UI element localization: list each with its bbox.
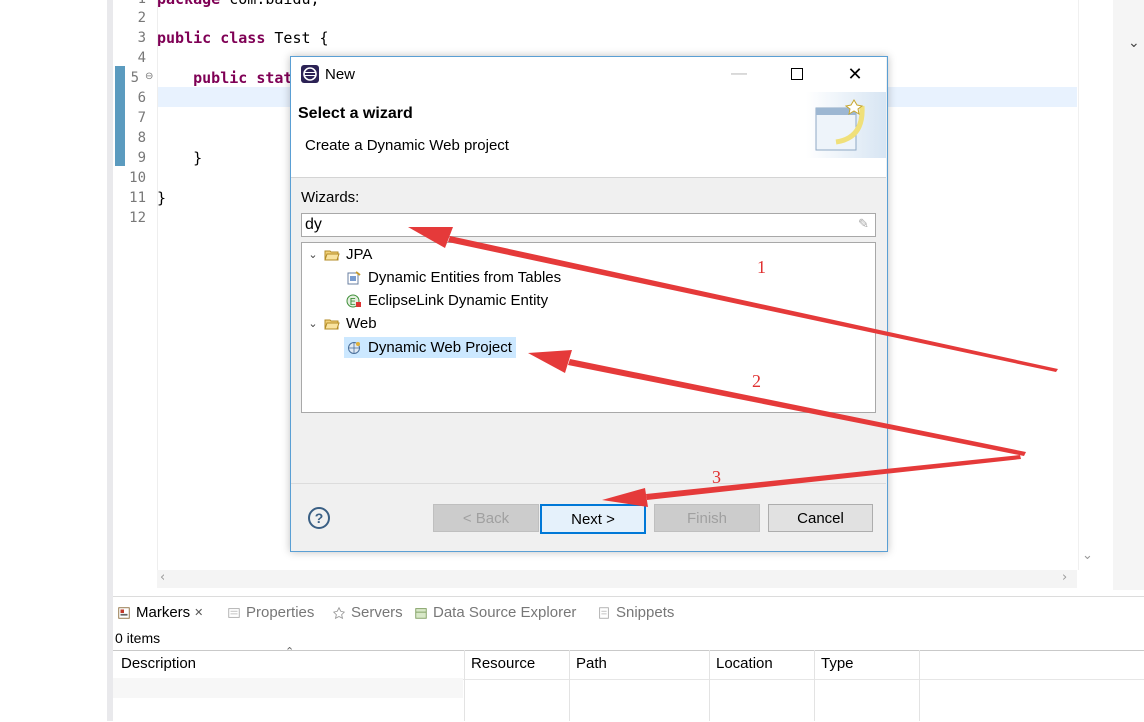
- column-type[interactable]: Type: [821, 655, 854, 672]
- tab-label: Servers: [351, 604, 403, 621]
- tree-item-dynamic-entities[interactable]: Dynamic Entities from Tables: [346, 269, 561, 286]
- tab-label: Markers: [136, 604, 191, 621]
- tree-label: Web: [346, 315, 377, 332]
- close-icon: ✕: [847, 63, 863, 84]
- header-description: Create a Dynamic Web project: [305, 137, 509, 154]
- line-number: 10: [129, 170, 146, 186]
- line-number: 2: [137, 10, 146, 26]
- column-separator: [569, 650, 570, 721]
- markers-icon: [118, 606, 130, 619]
- tree-label: Dynamic Web Project: [368, 339, 512, 356]
- line-number: 4: [137, 50, 146, 66]
- tab-label: Snippets: [616, 604, 675, 621]
- dialog-title: New: [325, 66, 356, 83]
- code-line-close-class: }: [157, 189, 167, 207]
- wizards-label: Wizards:: [301, 189, 360, 206]
- column-separator: [814, 650, 815, 721]
- column-separator: [709, 650, 710, 721]
- code-line-package: package com.baidu;: [157, 0, 320, 8]
- close-icon[interactable]: ✕: [194, 606, 203, 619]
- wizard-filter-input[interactable]: [301, 213, 876, 237]
- tree-label: Dynamic Entities from Tables: [368, 269, 562, 286]
- footer-separator: [291, 483, 886, 484]
- data-source-icon: [415, 607, 427, 619]
- column-separator: [464, 650, 465, 721]
- code-line-method: public stat: [193, 69, 293, 87]
- web-project-icon: [348, 341, 360, 354]
- column-description[interactable]: Description: [121, 655, 196, 672]
- cancel-button[interactable]: Cancel: [768, 504, 873, 532]
- eclipse-icon: [301, 65, 319, 83]
- tree-node-web[interactable]: ⌄ Web: [308, 315, 377, 332]
- back-button[interactable]: < Back: [433, 504, 539, 532]
- horizontal-scrollbar[interactable]: [157, 570, 1077, 588]
- line-number: 9: [137, 150, 146, 166]
- annotation-label-2: 2: [752, 371, 761, 391]
- column-location[interactable]: Location: [716, 655, 773, 672]
- line-number: 3: [137, 30, 146, 46]
- tree-item-eclipselink-dynamic-entity[interactable]: E EclipseLink Dynamic Entity: [346, 292, 548, 309]
- line-number: 6: [137, 90, 146, 106]
- left-background: [0, 0, 107, 721]
- line-number: 5: [130, 70, 139, 86]
- table-header: [113, 650, 1144, 680]
- code-line-class: public class Test {: [157, 29, 329, 47]
- tab-snippets[interactable]: Snippets: [596, 604, 674, 621]
- header-title: Select a wizard: [298, 105, 413, 122]
- filter-text: dy: [305, 216, 322, 233]
- line-number: 8: [137, 130, 146, 146]
- column-resource[interactable]: Resource: [471, 655, 535, 672]
- right-side-panel: [1113, 0, 1144, 590]
- code-line-close-method: }: [157, 149, 203, 167]
- fold-toggle-icon[interactable]: ⊖: [145, 71, 153, 82]
- snippets-icon: [599, 606, 609, 619]
- tab-servers[interactable]: Servers: [331, 604, 403, 621]
- finish-button[interactable]: Finish: [654, 504, 760, 532]
- tree-label: EclipseLink Dynamic Entity: [368, 292, 549, 309]
- svg-text:E: E: [350, 297, 356, 308]
- scroll-down-icon[interactable]: ⌄: [1082, 548, 1093, 563]
- servers-icon: [332, 606, 346, 619]
- properties-icon: [228, 607, 240, 618]
- line-number: 12: [129, 210, 146, 226]
- help-icon[interactable]: ?: [308, 507, 330, 529]
- vertical-scrollbar[interactable]: [1078, 0, 1101, 570]
- tab-label: Data Source Explorer: [433, 604, 577, 621]
- column-separator: [919, 650, 920, 721]
- maximize-button[interactable]: [774, 61, 820, 87]
- scroll-left-icon[interactable]: ‹: [160, 570, 165, 585]
- tree-label: JPA: [346, 246, 373, 263]
- jpa-entity-icon: [347, 270, 361, 284]
- minimize-button[interactable]: —: [716, 61, 762, 87]
- eclipselink-icon: E: [346, 294, 361, 308]
- next-button[interactable]: Next >: [540, 504, 646, 534]
- chevron-down-icon[interactable]: ⌄: [308, 248, 318, 261]
- folder-open-icon: [324, 250, 340, 260]
- tree-item-dynamic-web-project[interactable]: Dynamic Web Project: [344, 337, 516, 358]
- annotation-label-3: 3: [712, 467, 721, 487]
- items-count: 0 items: [115, 630, 161, 646]
- tab-label: Properties: [246, 604, 315, 621]
- annotation-label-1: 1: [757, 257, 766, 277]
- line-number: 7: [137, 110, 146, 126]
- line-number: 1: [122, 0, 146, 7]
- tab-markers[interactable]: Markers ✕: [116, 604, 203, 621]
- column-path[interactable]: Path: [576, 655, 607, 672]
- tree-node-jpa[interactable]: ⌄ JPA: [308, 246, 372, 263]
- clear-filter-icon[interactable]: ✎: [858, 216, 869, 232]
- sort-ascending-icon: ⌃: [285, 646, 295, 658]
- chevron-down-icon[interactable]: ⌄: [308, 317, 318, 330]
- tab-properties[interactable]: Properties: [226, 604, 314, 621]
- close-button[interactable]: ✕: [832, 61, 878, 87]
- maximize-icon: [791, 68, 803, 80]
- wizard-banner-icon: [806, 92, 886, 158]
- line-number: 11: [129, 190, 146, 206]
- folder-open-icon: [324, 319, 340, 329]
- scroll-right-icon[interactable]: ›: [1062, 570, 1067, 585]
- chevron-down-icon[interactable]: ⌄: [1128, 34, 1140, 51]
- tab-data-source-explorer[interactable]: Data Source Explorer: [413, 604, 576, 621]
- table-row: [113, 678, 463, 698]
- wizard-tree[interactable]: [301, 242, 876, 413]
